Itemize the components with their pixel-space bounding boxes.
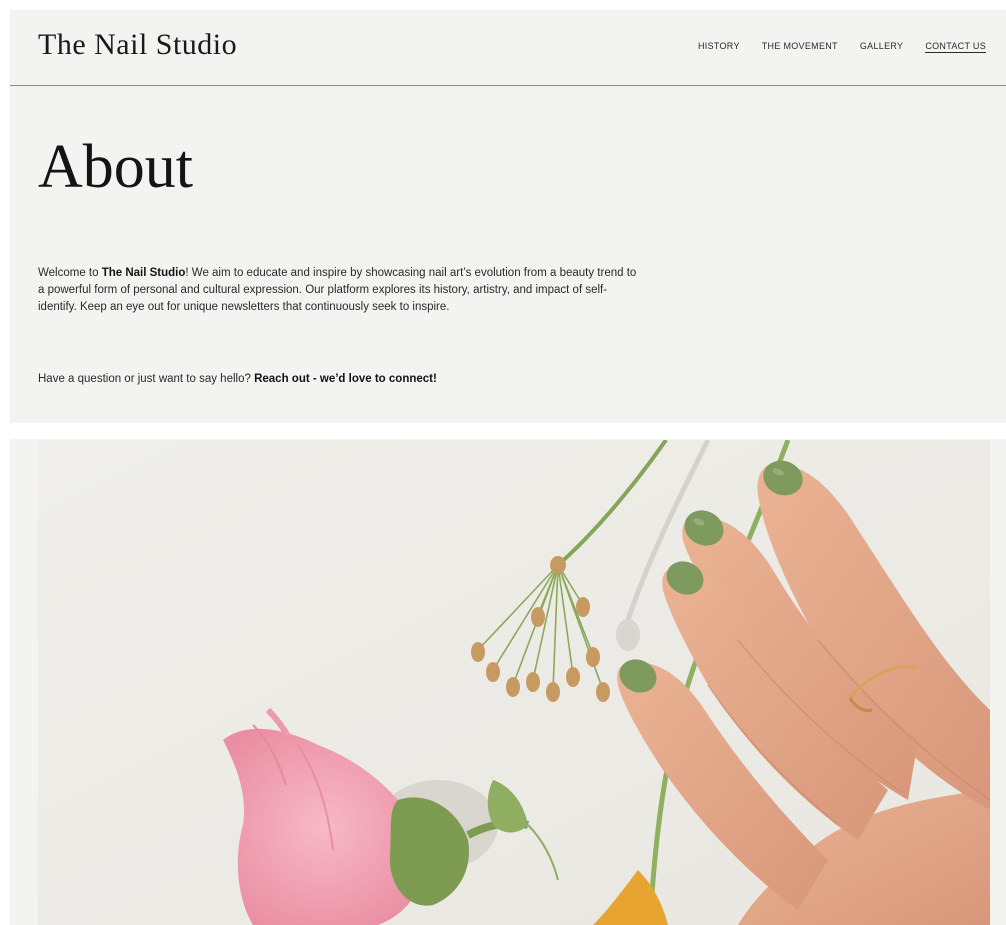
page: The Nail Studio HISTORY THE MOVEMENT GAL…	[10, 10, 1006, 925]
nav-the-movement[interactable]: THE MOVEMENT	[762, 41, 838, 53]
hand-and-flowers-illustration	[38, 440, 990, 925]
page-title: About	[38, 133, 193, 201]
intro-brand: The Nail Studio	[101, 267, 186, 279]
intro-paragraph: Welcome to The Nail Studio! We aim to ed…	[38, 265, 638, 316]
contact-question: Have a question or just want to say hell…	[38, 373, 255, 385]
site-header: The Nail Studio HISTORY THE MOVEMENT GAL…	[10, 10, 1006, 86]
main-nav: HISTORY THE MOVEMENT GALLERY CONTACT US	[698, 41, 986, 53]
hero-image	[38, 440, 990, 925]
intro-prefix: Welcome to	[38, 267, 102, 279]
brand-logo[interactable]: The Nail Studio	[38, 28, 237, 62]
section-divider	[10, 423, 1006, 439]
nav-contact-us[interactable]: CONTACT US	[925, 41, 986, 53]
nav-gallery[interactable]: GALLERY	[860, 41, 903, 53]
reach-out-link[interactable]: Reach out - we’d love to connect!	[254, 373, 437, 385]
nav-history[interactable]: HISTORY	[698, 41, 740, 53]
contact-paragraph: Have a question or just want to say hell…	[38, 371, 437, 388]
